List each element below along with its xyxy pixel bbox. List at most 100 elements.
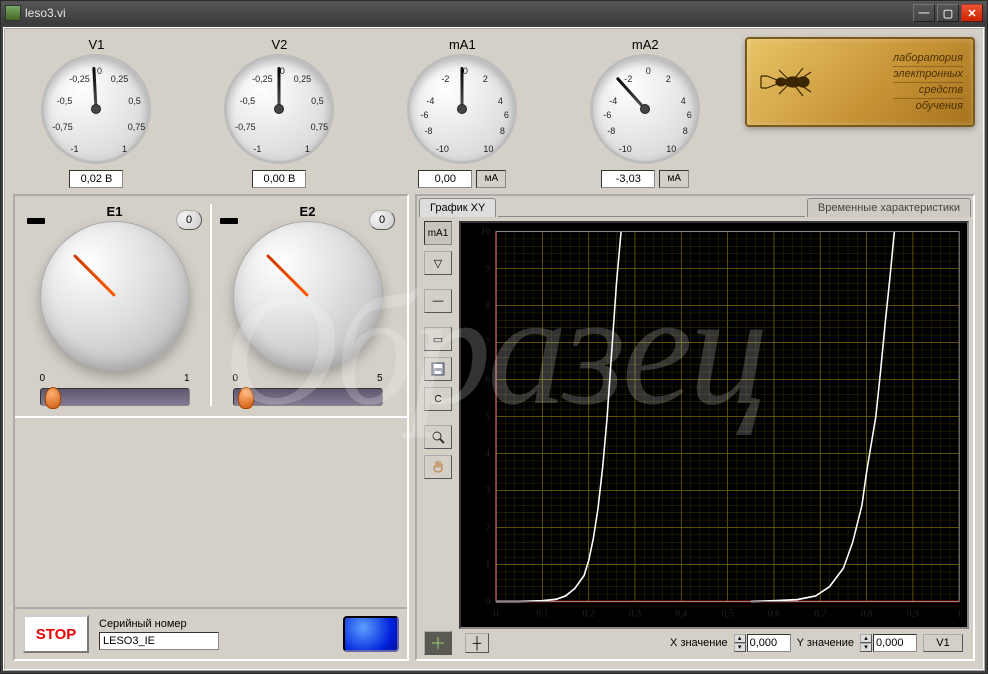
- logo-line: лаборатория: [893, 51, 963, 67]
- minimize-button[interactable]: —: [913, 4, 935, 22]
- crosshair-icon[interactable]: [424, 631, 452, 655]
- zoom-icon[interactable]: [424, 425, 452, 449]
- window-title: leso3.vi: [25, 6, 913, 20]
- knob-dial[interactable]: [233, 221, 383, 371]
- svg-text:0,8: 0,8: [860, 608, 872, 619]
- app-icon: [5, 5, 21, 21]
- dropdown-icon[interactable]: ▽: [424, 251, 452, 275]
- svg-text:0,1: 0,1: [536, 608, 548, 619]
- polarity-indicator: [27, 218, 45, 224]
- knob-scale: 01: [40, 373, 190, 384]
- client-area: Образец V1 00,25-0,250,5-0,50,75-0,751-1…: [3, 27, 985, 671]
- logo-plate: лаборатория электронных средств обучения: [745, 37, 975, 127]
- knob-title: E2: [300, 204, 316, 219]
- y-value-label: Y значение: [797, 637, 854, 649]
- svg-text:7: 7: [485, 337, 490, 348]
- gauge-value: -3,03: [601, 170, 655, 188]
- tab-time[interactable]: Временные характеристики: [807, 198, 971, 217]
- xy-plot[interactable]: 00,10,20,30,40,50,60,70,80,9101234567891…: [459, 221, 969, 629]
- svg-text:0: 0: [494, 608, 499, 619]
- svg-text:8: 8: [485, 300, 490, 311]
- cursor-toggle[interactable]: ┼: [465, 633, 489, 653]
- svg-text:0,2: 0,2: [583, 608, 595, 619]
- gauge-dial: 02-24-46-68-810-10: [407, 54, 517, 164]
- knob-title: E1: [107, 204, 123, 219]
- stop-button[interactable]: STOP: [23, 615, 89, 653]
- logo-line: электронных: [893, 67, 963, 83]
- slider-thumb[interactable]: [45, 387, 61, 409]
- knob-panel: E1 0 01 E2 0 05 STOP Серийный номер: [13, 194, 409, 661]
- gauge-V2: V2 00,25-0,250,5-0,50,75-0,751-1 0,00 B: [196, 37, 363, 188]
- y-axis-selector[interactable]: mA1: [424, 221, 452, 245]
- svg-text:1: 1: [957, 608, 962, 619]
- gauge-row: V1 00,25-0,250,5-0,50,75-0,751-1 0,02 B …: [13, 37, 975, 188]
- polarity-indicator: [220, 218, 238, 224]
- knob-slider[interactable]: [40, 388, 190, 406]
- svg-text:1: 1: [485, 559, 490, 570]
- app-window: leso3.vi — ▢ ✕ Образец V1 00,25-0,250,5-…: [0, 0, 988, 674]
- svg-text:3: 3: [485, 485, 490, 496]
- gauge-value: 0,02 B: [69, 170, 123, 188]
- knob-area: E1 0 01 E2 0 05: [15, 196, 407, 418]
- svg-text:0,9: 0,9: [907, 608, 919, 619]
- svg-text:0,3: 0,3: [629, 608, 641, 619]
- knob-E2: E2 0 05: [212, 204, 403, 406]
- svg-text:0,5: 0,5: [722, 608, 734, 619]
- svg-text:5: 5: [485, 411, 490, 422]
- gauge-value: 0,00: [418, 170, 472, 188]
- gauge-label: mA2: [632, 37, 659, 52]
- y-value-input[interactable]: [873, 634, 917, 652]
- gauge-mA1: mA1 02-24-46-68-810-10 0,00 мА: [379, 37, 546, 188]
- y-spin-up[interactable]: ▴: [860, 634, 872, 643]
- zero-button[interactable]: 0: [369, 210, 395, 230]
- x-spin-down[interactable]: ▾: [734, 643, 746, 652]
- slider-thumb[interactable]: [238, 387, 254, 409]
- serial-label: Серийный номер: [99, 618, 219, 630]
- logo-line: средств: [893, 83, 963, 99]
- graph-panel: График XY Временные характеристики mA1 ▽…: [415, 194, 975, 661]
- x-value-label: X значение: [670, 637, 728, 649]
- svg-text:0,7: 0,7: [814, 608, 826, 619]
- gauge-value: 0,00 B: [252, 170, 306, 188]
- svg-text:0,4: 0,4: [675, 608, 687, 619]
- knob-dial[interactable]: [40, 221, 190, 371]
- gauge-label: V2: [271, 37, 287, 52]
- svg-text:2: 2: [485, 522, 490, 533]
- knob-slider[interactable]: [233, 388, 383, 406]
- x-spin-up[interactable]: ▴: [734, 634, 746, 643]
- svg-text:0: 0: [485, 596, 490, 607]
- close-button[interactable]: ✕: [961, 4, 983, 22]
- bottom-bar: STOP Серийный номер: [15, 607, 407, 659]
- serial-input[interactable]: [99, 632, 219, 650]
- gauge-dial: 02-24-46-68-810-10: [590, 54, 700, 164]
- graph-toolbar: mA1 ▽ — ▭ C: [421, 221, 455, 655]
- x-value-input[interactable]: [747, 634, 791, 652]
- gauge-unit-button[interactable]: мА: [476, 170, 506, 188]
- minus-button[interactable]: —: [424, 289, 452, 313]
- gauge-unit-button[interactable]: мА: [659, 170, 689, 188]
- knob-E1: E1 0 01: [19, 204, 212, 406]
- gauge-label: mA1: [449, 37, 476, 52]
- titlebar: leso3.vi — ▢ ✕: [1, 1, 987, 25]
- svg-text:4: 4: [485, 448, 490, 459]
- status-led: [343, 616, 399, 652]
- logo-line: обучения: [893, 99, 963, 114]
- y-spin-down[interactable]: ▾: [860, 643, 872, 652]
- pan-icon[interactable]: [424, 455, 452, 479]
- zero-button[interactable]: 0: [176, 210, 202, 230]
- save-icon[interactable]: [424, 357, 452, 381]
- gauge-dial: 00,25-0,250,5-0,50,75-0,751-1: [224, 54, 334, 164]
- blank-button[interactable]: ▭: [424, 327, 452, 351]
- gauge-label: V1: [89, 37, 105, 52]
- maximize-button[interactable]: ▢: [937, 4, 959, 22]
- ant-logo-icon: [757, 62, 821, 102]
- tab-xy[interactable]: График XY: [419, 198, 496, 217]
- svg-text:0,6: 0,6: [768, 608, 780, 619]
- gauge-mA2: mA2 02-24-46-68-810-10 -3,03 мА: [562, 37, 729, 188]
- logo-text: лаборатория электронных средств обучения: [893, 51, 963, 114]
- svg-text:9: 9: [485, 263, 490, 274]
- x-axis-selector[interactable]: V1: [923, 634, 963, 652]
- middle-row: E1 0 01 E2 0 05 STOP Серийный номер: [13, 194, 975, 661]
- c-button[interactable]: C: [424, 387, 452, 411]
- svg-text:10: 10: [480, 226, 490, 237]
